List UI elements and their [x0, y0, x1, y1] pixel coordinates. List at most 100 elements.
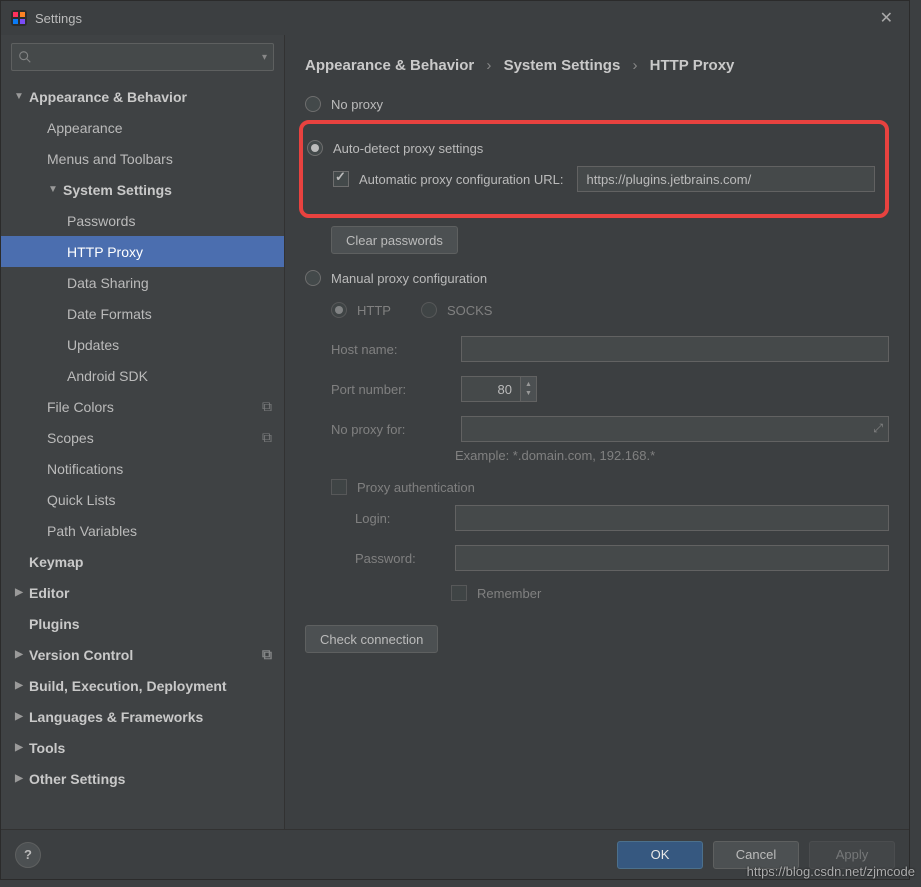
sidebar-item-version-control[interactable]: ▶ Version Control ⧉ [1, 639, 284, 670]
sidebar-item-other-settings[interactable]: ▶Other Settings [1, 763, 284, 794]
sidebar-item-label: Scopes [47, 430, 94, 446]
chevron-down-icon[interactable]: ▾ [262, 52, 267, 63]
chevron-down-icon: ▼ [13, 91, 25, 102]
copy-icon: ⧉ [262, 646, 272, 663]
sidebar-item-path-variables[interactable]: Path Variables [1, 515, 284, 546]
chevron-right-icon: ▶ [13, 587, 25, 598]
radio-label: No proxy [331, 97, 383, 112]
sidebar-item-label: System Settings [63, 182, 172, 198]
sidebar-item-updates[interactable]: Updates [1, 329, 284, 360]
checkbox-icon [331, 479, 347, 495]
sidebar-item-label: Editor [29, 585, 69, 601]
breadcrumb-c: HTTP Proxy [650, 57, 735, 74]
auto-url-input[interactable] [577, 166, 875, 192]
sidebar-item-passwords[interactable]: Passwords [1, 205, 284, 236]
chevron-down-icon: ▼ [47, 184, 59, 195]
radio-label: Auto-detect proxy settings [333, 141, 483, 156]
search-icon [18, 50, 32, 64]
expand-icon[interactable]: ⤢ [873, 421, 883, 436]
sidebar-item-build-execution-deployment[interactable]: ▶Build, Execution, Deployment [1, 670, 284, 701]
radio-auto-detect[interactable]: Auto-detect proxy settings [307, 140, 875, 156]
search-input[interactable] [36, 50, 262, 65]
chevron-up-icon: ▲ [521, 380, 536, 389]
sidebar-item-label: HTTP Proxy [67, 244, 143, 260]
sidebar-item-label: Tools [29, 740, 65, 756]
copy-icon: ⧉ [262, 429, 272, 446]
content-panel: Appearance & Behavior › System Settings … [285, 35, 909, 829]
port-input[interactable] [461, 376, 521, 402]
sidebar-item-quick-lists[interactable]: Quick Lists [1, 484, 284, 515]
radio-icon [421, 302, 437, 318]
sidebar-item-notifications[interactable]: Notifications [1, 453, 284, 484]
sidebar-item-system-settings[interactable]: ▼ System Settings [1, 174, 284, 205]
radio-icon [331, 302, 347, 318]
check-connection-button[interactable]: Check connection [305, 625, 438, 653]
radio-socks[interactable]: SOCKS [421, 302, 493, 318]
sidebar-item-label: Passwords [67, 213, 135, 229]
port-stepper[interactable]: ▲▼ [521, 376, 537, 402]
sidebar-item-menus-and-toolbars[interactable]: Menus and Toolbars [1, 143, 284, 174]
help-button[interactable]: ? [15, 842, 41, 868]
breadcrumb-a[interactable]: Appearance & Behavior [305, 57, 474, 74]
sidebar-item-keymap[interactable]: Keymap [1, 546, 284, 577]
host-label: Host name: [331, 342, 451, 357]
checkbox-proxy-auth[interactable]: Proxy authentication [331, 479, 889, 495]
settings-dialog: Settings ✕ ▾ ▼Appearance & BehaviorAppea… [0, 0, 910, 880]
sidebar-item-label: Path Variables [47, 523, 137, 539]
sidebar-item-scopes[interactable]: Scopes ⧉ [1, 422, 284, 453]
highlighted-region: Auto-detect proxy settings Automatic pro… [299, 120, 889, 218]
sidebar-item-file-colors[interactable]: File Colors⧉ [1, 391, 284, 422]
sidebar-item-label: Plugins [29, 616, 80, 632]
chevron-down-icon: ▼ [521, 389, 536, 398]
sidebar-item-editor[interactable]: ▶ Editor [1, 577, 284, 608]
close-icon[interactable]: ✕ [874, 4, 899, 32]
sidebar-item-label: Quick Lists [47, 492, 115, 508]
search-input-wrapper[interactable]: ▾ [11, 43, 274, 71]
noproxy-input[interactable] [461, 416, 889, 442]
radio-manual[interactable]: Manual proxy configuration [305, 270, 889, 286]
sidebar-item-appearance[interactable]: Appearance [1, 112, 284, 143]
sidebar-item-label: Appearance & Behavior [29, 89, 187, 105]
sidebar-item-date-formats[interactable]: Date Formats [1, 298, 284, 329]
sidebar: ▾ ▼ Appearance & Behavior AppearanceMenus … [1, 35, 285, 829]
host-input[interactable] [461, 336, 889, 362]
sidebar-item-plugins[interactable]: Plugins [1, 608, 284, 639]
checkbox-auto-url[interactable]: Automatic proxy configuration URL: [333, 166, 875, 192]
sidebar-item-android-sdk[interactable]: Android SDK [1, 360, 284, 391]
radio-http[interactable]: HTTP [331, 302, 391, 318]
watermark: https://blog.csdn.net/zjmcode [747, 864, 915, 879]
sidebar-item-label: Other Settings [29, 771, 125, 787]
radio-label: SOCKS [447, 303, 493, 318]
password-input[interactable] [455, 545, 889, 571]
radio-label: Manual proxy configuration [331, 271, 487, 286]
breadcrumb: Appearance & Behavior › System Settings … [305, 57, 889, 74]
breadcrumb-b[interactable]: System Settings [504, 57, 621, 74]
ok-button[interactable]: OK [617, 841, 703, 869]
sidebar-item-languages-frameworks[interactable]: ▶ Languages & Frameworks [1, 701, 284, 732]
settings-tree: ▼ Appearance & Behavior AppearanceMenus an… [1, 77, 284, 829]
chevron-right-icon: ▶ [13, 680, 25, 691]
sidebar-item-http-proxy[interactable]: HTTP Proxy [1, 236, 284, 267]
clear-passwords-button[interactable]: Clear passwords [331, 226, 458, 254]
chevron-right-icon: ▶ [13, 742, 25, 753]
radio-icon [307, 140, 323, 156]
radio-no-proxy[interactable]: No proxy [305, 96, 889, 112]
titlebar: Settings ✕ [1, 1, 909, 35]
app-icon [11, 10, 27, 26]
sidebar-item-label: Keymap [29, 554, 83, 570]
checkbox-label: Proxy authentication [357, 480, 475, 495]
checkbox-label: Automatic proxy configuration URL: [359, 172, 563, 187]
chevron-right-icon: ▶ [13, 649, 25, 660]
checkbox-icon [333, 171, 349, 187]
sidebar-item-appearance-behavior[interactable]: ▼ Appearance & Behavior [1, 81, 284, 112]
sidebar-item-label: Updates [67, 337, 119, 353]
sidebar-item-tools[interactable]: ▶ Tools [1, 732, 284, 763]
checkbox-remember[interactable]: Remember [451, 585, 889, 601]
sidebar-item-label: Version Control [29, 647, 133, 663]
sidebar-item-label: File Colors [47, 399, 114, 415]
radio-label: HTTP [357, 303, 391, 318]
sidebar-item-label: Languages & Frameworks [29, 709, 203, 725]
chevron-right-icon: ▶ [13, 711, 25, 722]
login-input[interactable] [455, 505, 889, 531]
sidebar-item-data-sharing[interactable]: Data Sharing [1, 267, 284, 298]
